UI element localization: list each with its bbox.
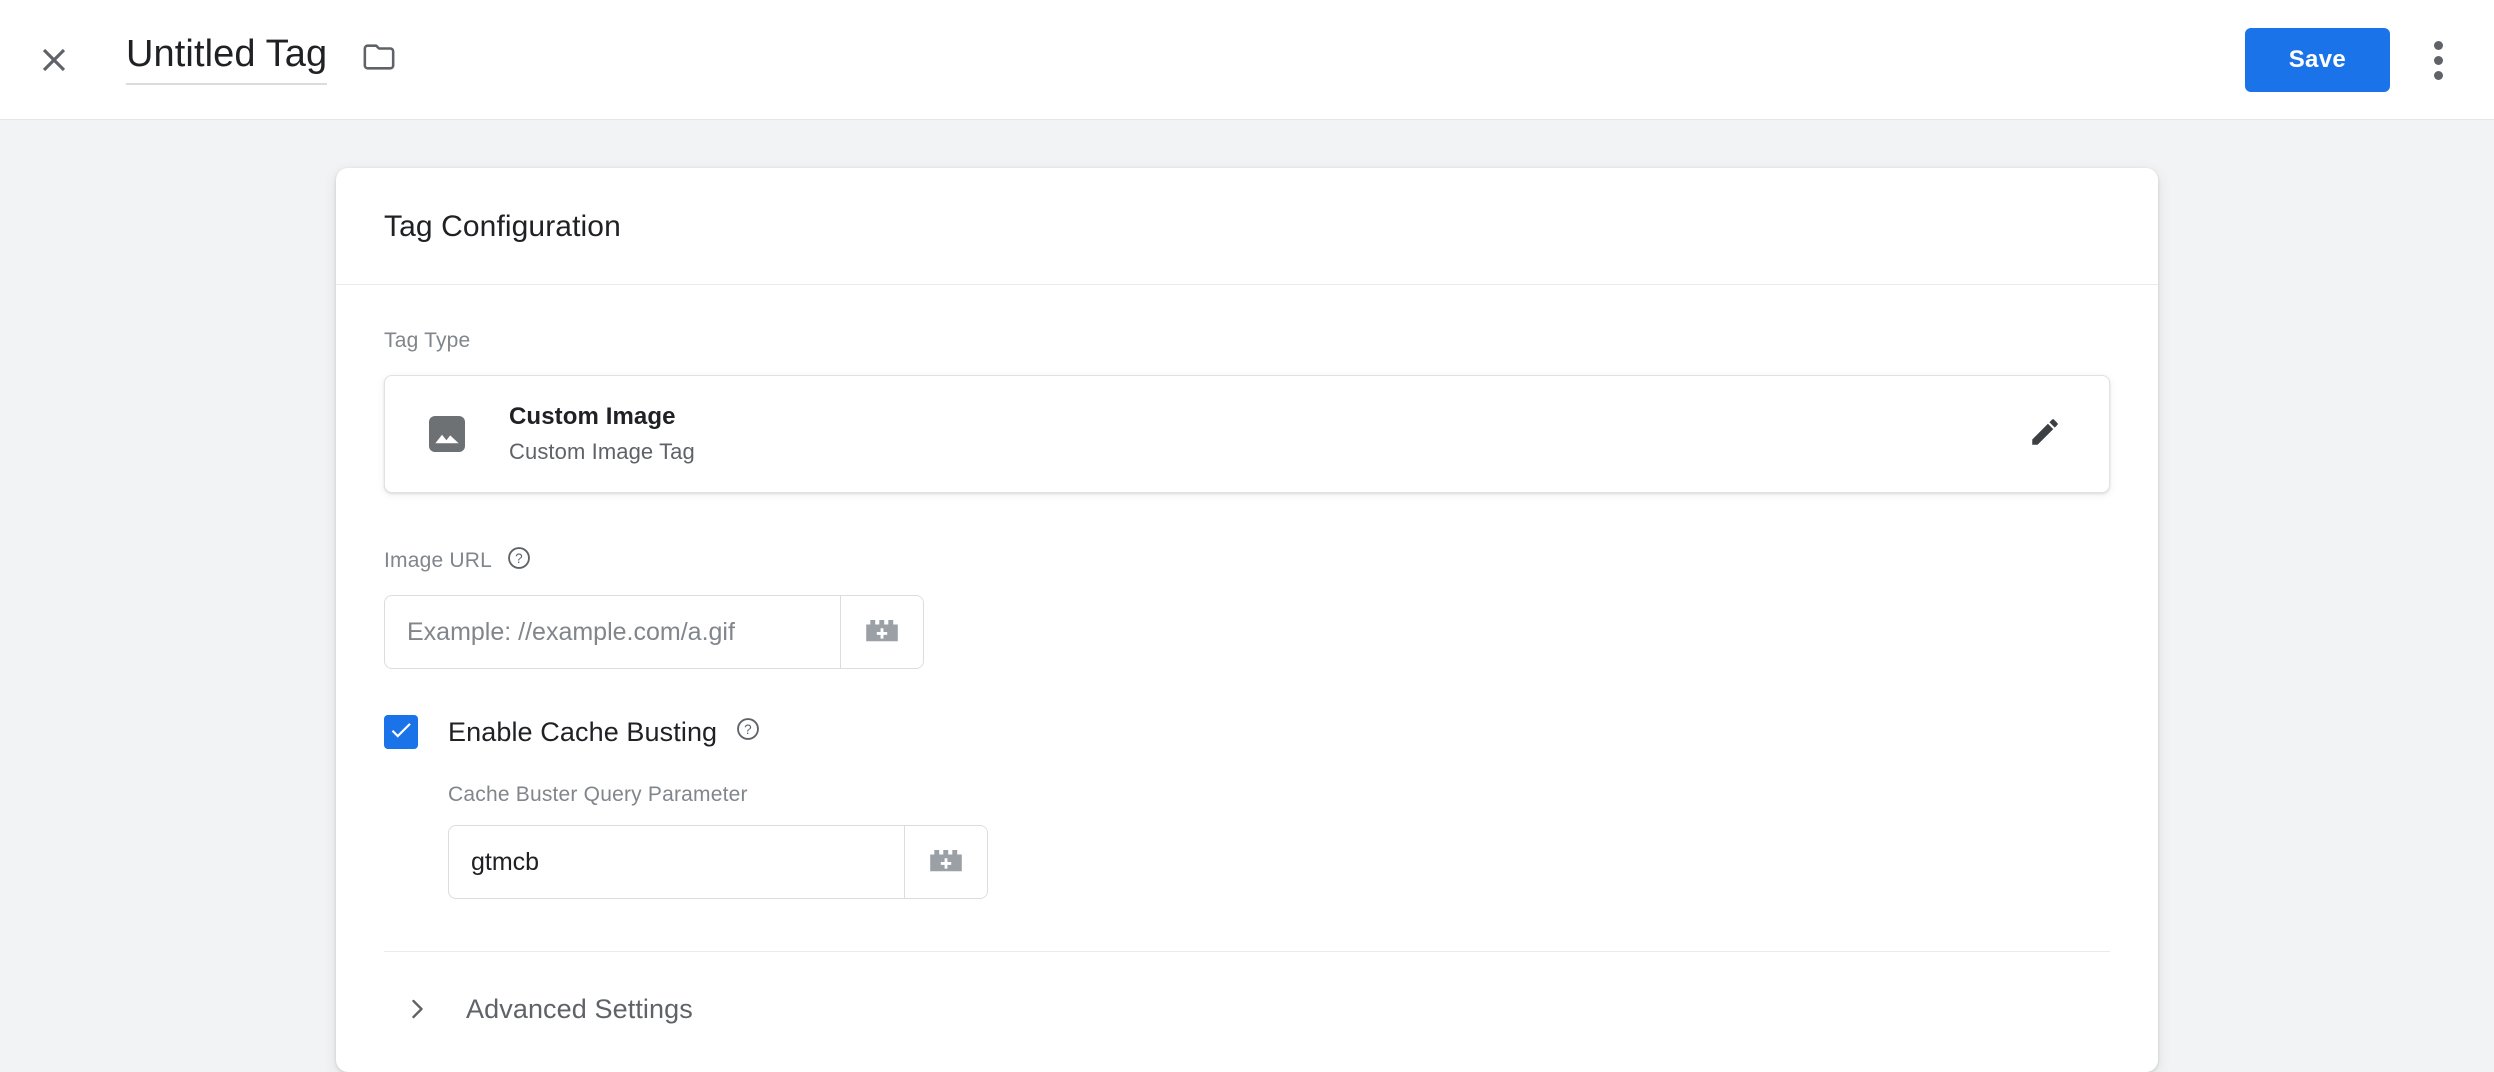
- card-header: Tag Configuration: [336, 168, 2158, 285]
- enable-cache-busting-checkbox[interactable]: [384, 715, 418, 749]
- tag-type-description: Custom Image Tag: [509, 439, 695, 465]
- help-circle-icon[interactable]: ?: [506, 545, 532, 577]
- image-url-label: Image URL ?: [384, 545, 2110, 577]
- svg-text:?: ?: [515, 551, 523, 566]
- chevron-right-icon: [400, 992, 434, 1026]
- tag-type-info: Custom Image Custom Image Tag: [509, 402, 2017, 466]
- tag-title-group: Untitled Tag: [126, 33, 403, 86]
- tag-configuration-card: Tag Configuration Tag Type Custom Image …: [336, 168, 2158, 1072]
- image-url-input[interactable]: [385, 596, 840, 668]
- more-options-button[interactable]: [2406, 28, 2470, 92]
- image-url-variable-button[interactable]: [840, 596, 923, 668]
- advanced-settings-label: Advanced Settings: [466, 993, 693, 1024]
- card-title: Tag Configuration: [384, 210, 621, 243]
- more-vert-icon: [2433, 38, 2443, 83]
- image-url-field: Image URL ?: [384, 545, 2110, 669]
- cache-buster-param-label: Cache Buster Query Parameter: [448, 783, 748, 806]
- tag-type-label-text: Tag Type: [384, 329, 471, 352]
- card-body: Tag Type Custom Image Custom Image Tag I…: [336, 285, 2158, 1072]
- image-url-input-row: [384, 595, 924, 669]
- tag-type-label: Tag Type: [384, 329, 2110, 353]
- close-button[interactable]: [24, 30, 84, 90]
- image-url-label-text: Image URL: [384, 549, 493, 572]
- insert-variable-icon: [927, 845, 965, 880]
- insert-variable-icon: [863, 615, 901, 650]
- checkmark-icon: [388, 717, 414, 748]
- cache-buster-variable-button[interactable]: [904, 826, 987, 898]
- app-header: Untitled Tag Save: [0, 0, 2494, 120]
- pencil-icon: [2028, 415, 2062, 454]
- enable-cache-busting-row: Enable Cache Busting ?: [384, 715, 2110, 749]
- tag-type-selector[interactable]: Custom Image Custom Image Tag: [384, 375, 2110, 493]
- close-icon: [35, 41, 73, 79]
- edit-tag-type-button[interactable]: [2017, 406, 2073, 462]
- image-icon: [423, 410, 471, 458]
- cache-buster-param-input-row: [448, 825, 988, 899]
- advanced-settings-toggle[interactable]: Advanced Settings: [384, 952, 2110, 1072]
- page-content: Tag Configuration Tag Type Custom Image …: [0, 120, 2494, 1072]
- help-circle-icon[interactable]: ?: [735, 716, 761, 749]
- folder-icon: [362, 40, 396, 79]
- tag-type-name: Custom Image: [509, 403, 676, 431]
- tag-title-input[interactable]: Untitled Tag: [126, 33, 328, 86]
- svg-text:?: ?: [744, 721, 752, 736]
- cache-buster-param-input[interactable]: [449, 826, 904, 898]
- cache-buster-param-field: Cache Buster Query Parameter: [448, 783, 2110, 899]
- enable-cache-busting-label-text: Enable Cache Busting: [448, 716, 718, 747]
- header-actions: Save: [2244, 0, 2494, 120]
- save-button[interactable]: Save: [2244, 28, 2390, 92]
- folder-button[interactable]: [355, 35, 403, 83]
- enable-cache-busting-label[interactable]: Enable Cache Busting ?: [448, 716, 761, 749]
